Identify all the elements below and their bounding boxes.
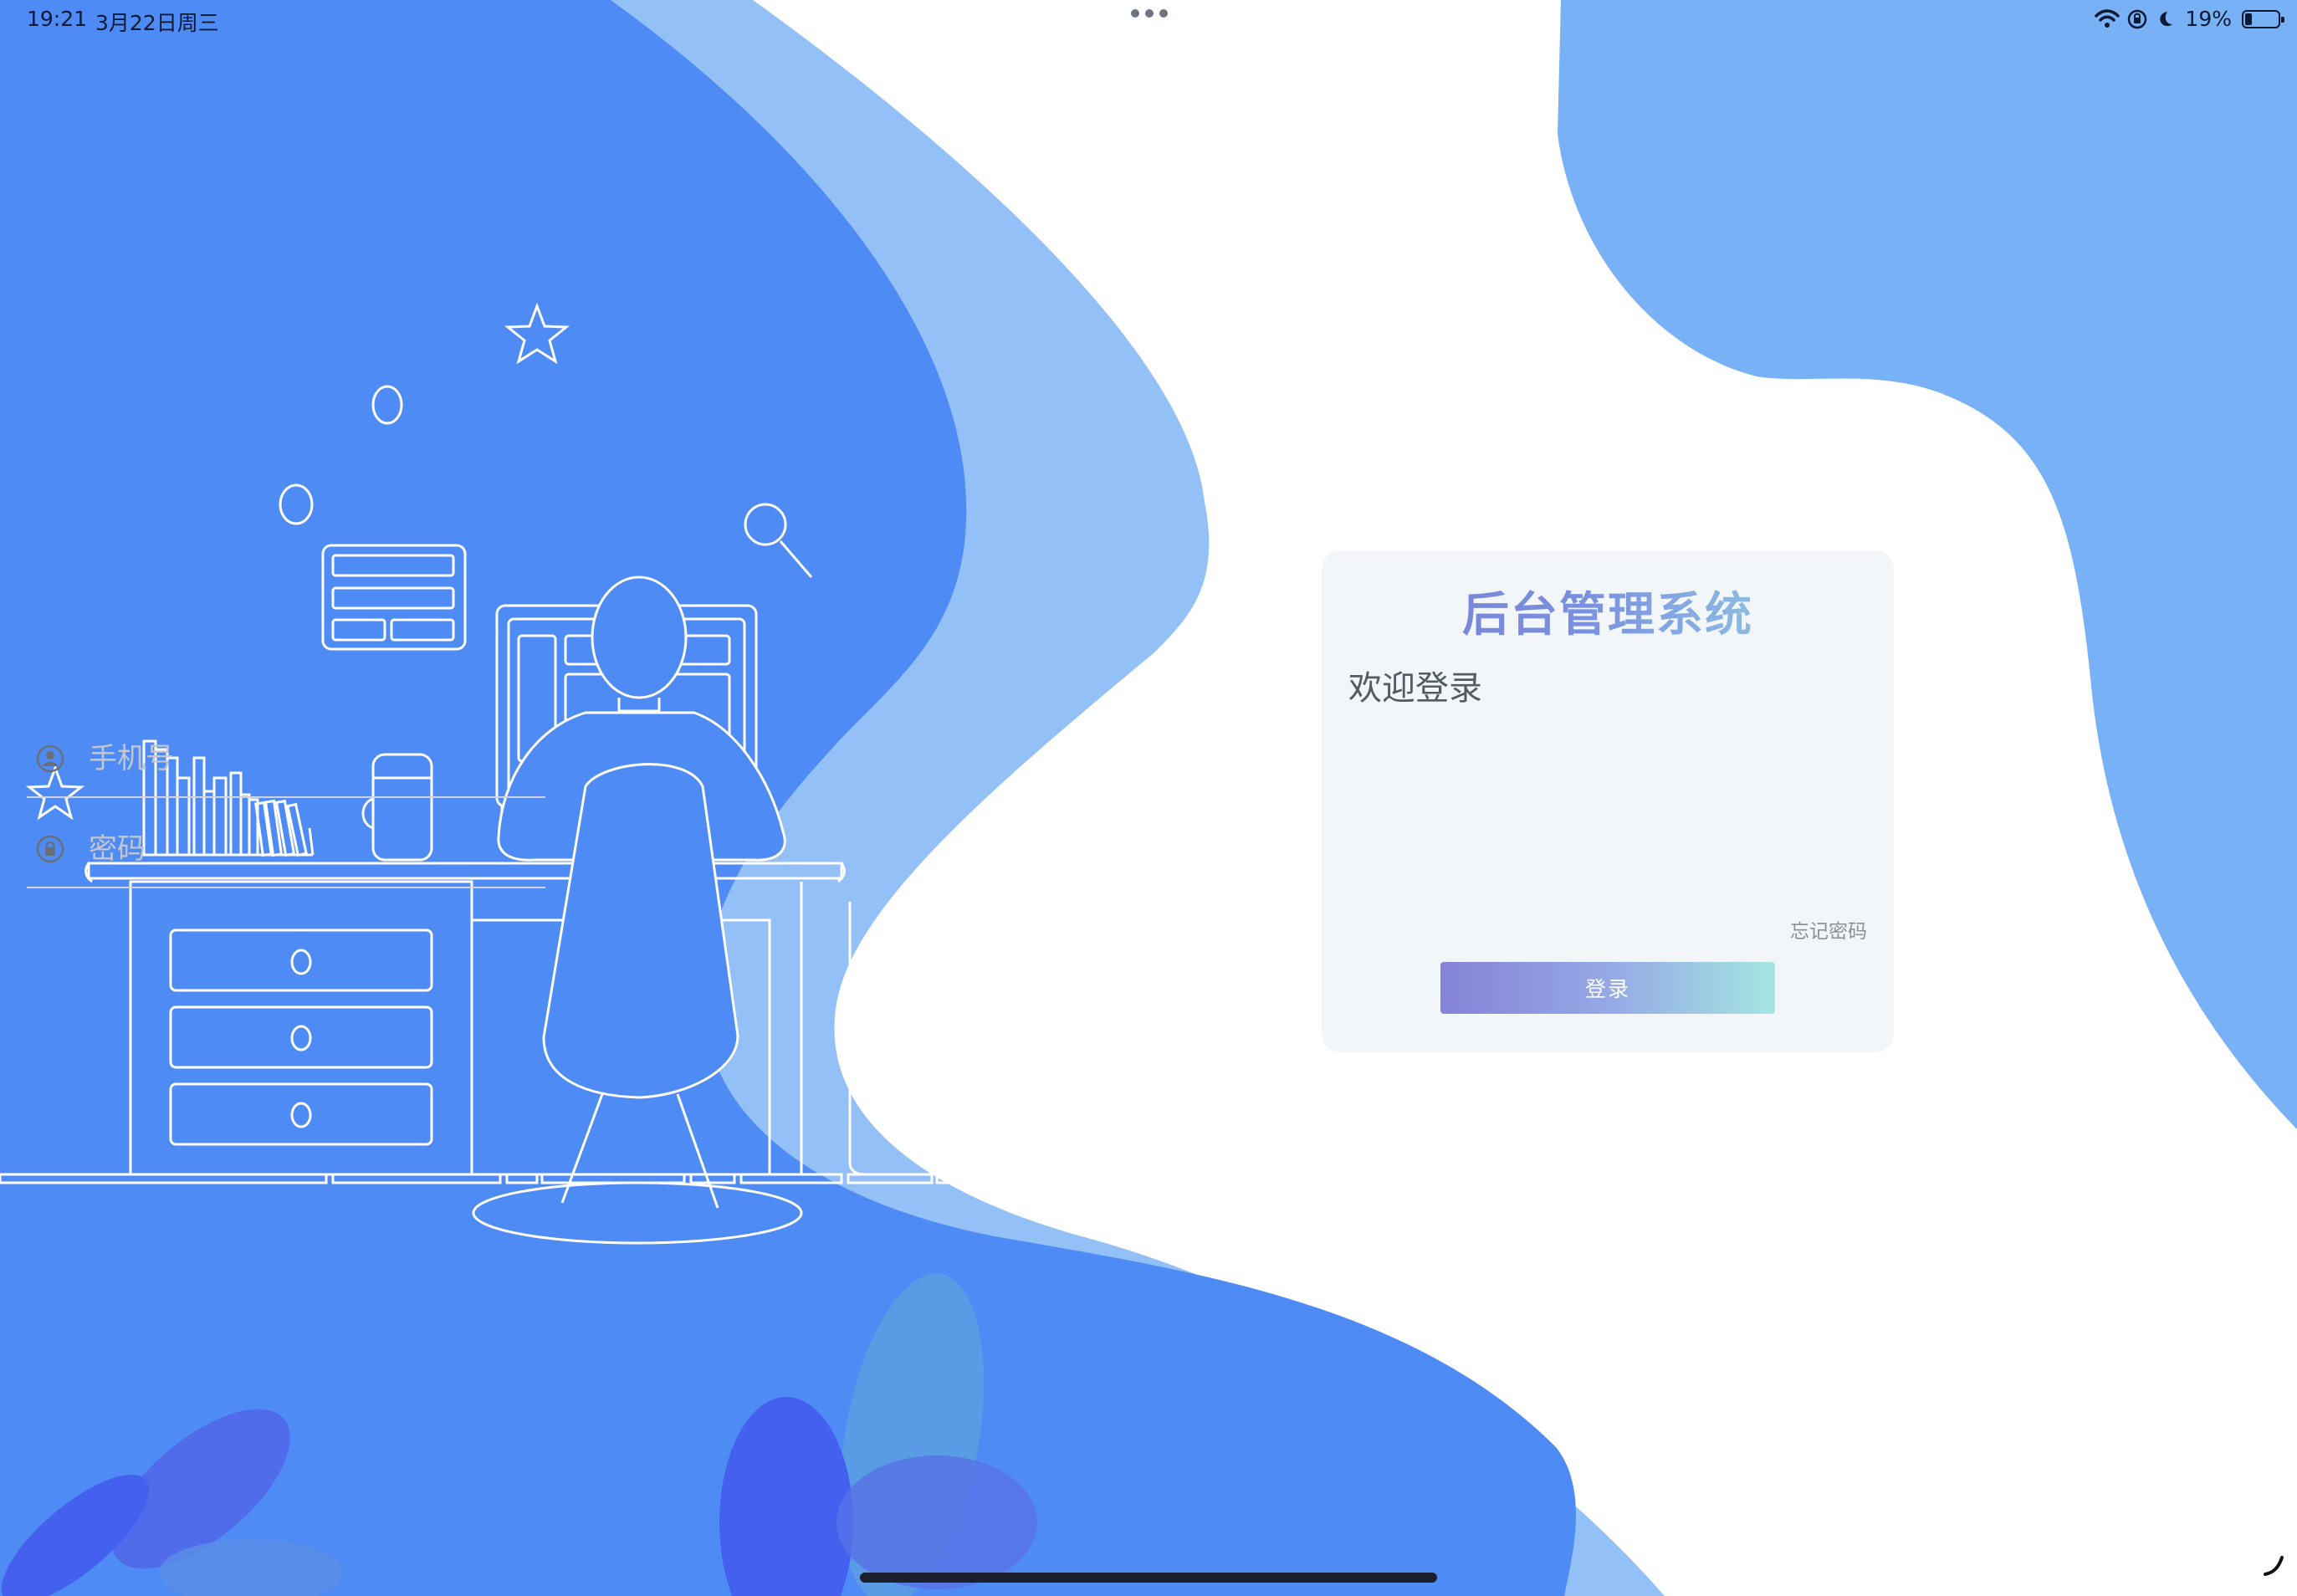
status-indicators: 19% [2095, 7, 2284, 31]
multitasking-dots[interactable] [1131, 8, 1168, 18]
leaf-shape [836, 1455, 1037, 1589]
phone-field [27, 721, 545, 798]
welcome-heading: 欢迎登录 [1348, 669, 1482, 708]
person-head [591, 575, 688, 699]
battery-icon [2242, 9, 2284, 28]
wifi-icon [2095, 8, 2121, 28]
password-field [27, 811, 545, 888]
orientation-lock-icon [2128, 9, 2147, 28]
status-bar: 19:21 3月22日周三 19% [0, 0, 2297, 42]
login-screen: 19:21 3月22日周三 19% 后台管理系统 欢迎登录 手机号 忘记密码 登… [0, 0, 2297, 1596]
status-time: 19:21 [27, 7, 88, 31]
forgot-password-link[interactable]: 忘记密码 [1790, 915, 1867, 944]
status-date: 3月22日周三 [95, 11, 219, 35]
user-icon [35, 744, 65, 774]
background-illustration [0, 0, 2297, 1596]
phone-input[interactable] [87, 741, 525, 776]
battery-percent: 19% [2185, 7, 2232, 31]
app-title: 后台管理系统 [1322, 577, 1894, 645]
home-indicator[interactable] [860, 1573, 1437, 1583]
login-button[interactable]: 登录 [1440, 962, 1775, 1014]
moon-icon [2160, 11, 2173, 26]
lock-icon [35, 834, 65, 864]
pencil-corner-icon[interactable] [2262, 1554, 2285, 1578]
password-input[interactable] [87, 831, 525, 867]
